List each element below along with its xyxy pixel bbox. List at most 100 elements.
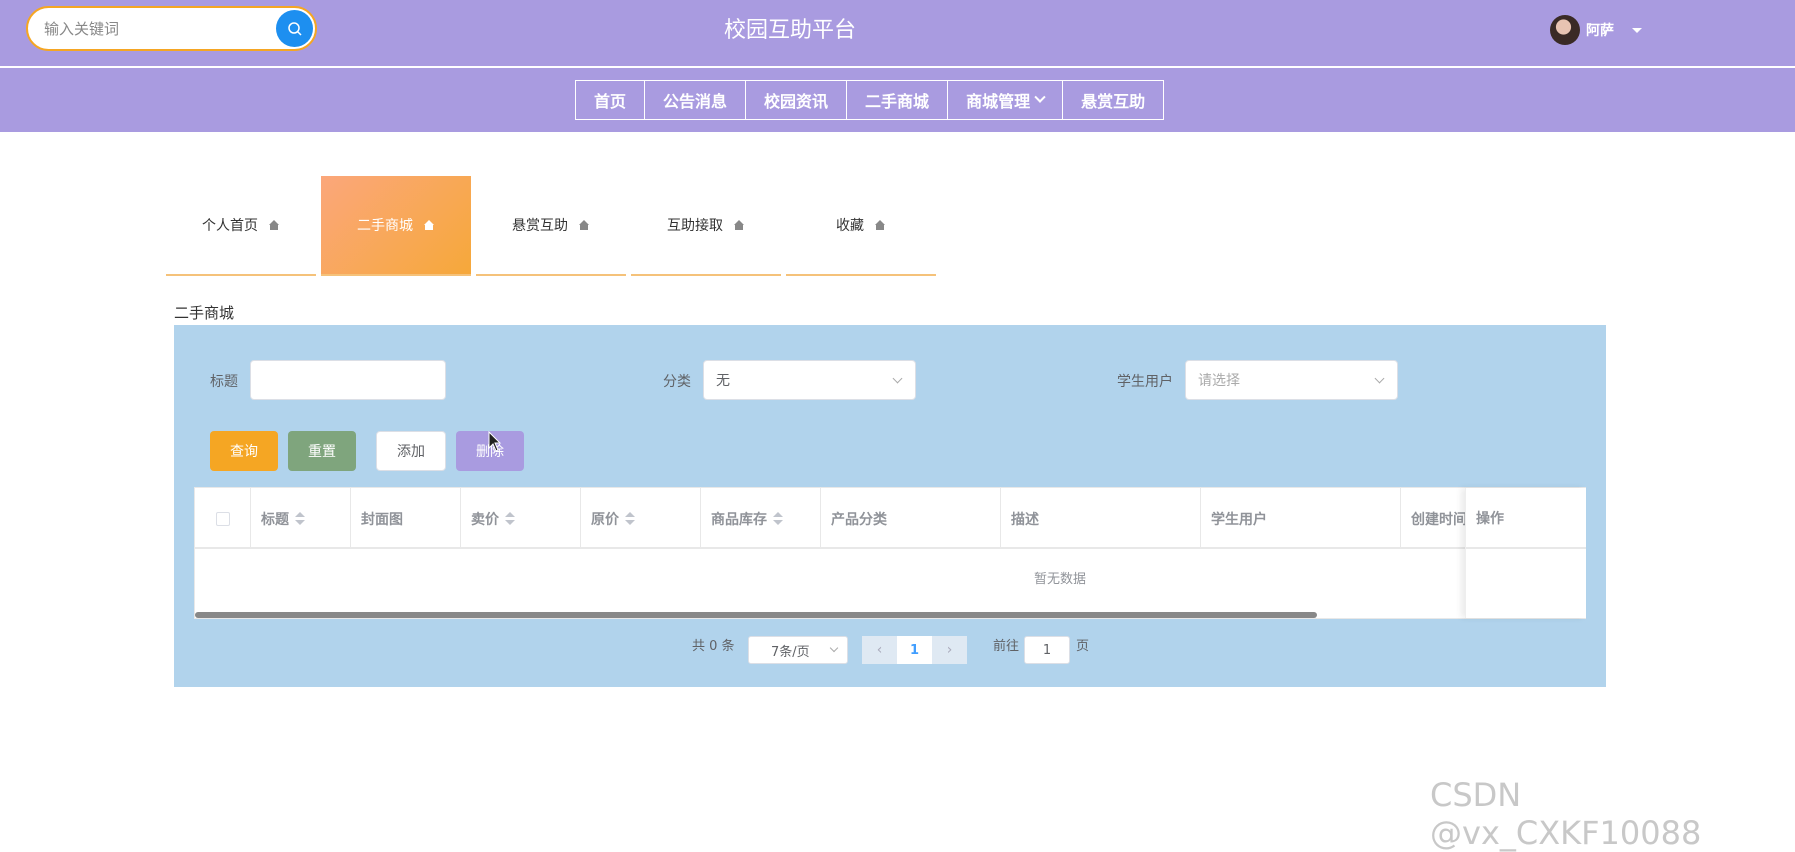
category-select[interactable]: 无 [703,360,916,400]
home-icon [268,220,280,230]
title-filter-label: 标题 [210,374,238,390]
site-title: 校园互助平台 [723,18,856,43]
page-number[interactable]: 1 [897,636,932,664]
col-label: 封面图 [361,511,403,528]
search-input[interactable] [44,16,264,42]
nav-second-hand-mall[interactable]: 二手商城 [846,80,949,120]
watermark: CSDN @vx_CXKF10088 [1430,776,1702,852]
goto-label: 前往 [993,639,1020,654]
main-nav: 首页 公告消息 校园资讯 二手商城 商城管理 悬赏互助 [575,80,1165,120]
chevron-down-icon [892,373,903,384]
col-student: 学生用户 [1201,488,1401,549]
table-header: 标题 封面图 卖价 原价 商品库存 产品分类 描述 学生用户 创建时间 [195,488,1585,549]
nav-announcements[interactable]: 公告消息 [644,80,747,120]
sort-icon[interactable] [625,511,635,526]
nav-label: 校园资讯 [764,92,829,111]
select-all-checkbox[interactable] [215,511,230,526]
student-select[interactable]: 请选择 [1185,360,1398,400]
col-label: 卖价 [471,511,499,528]
nav-home[interactable]: 首页 [575,80,646,120]
page-title: 二手商城 [174,304,235,322]
tab-label: 收藏 [836,218,864,234]
student-filter-label: 学生用户 [1117,374,1173,390]
tab-label: 个人首页 [202,218,258,234]
total-count: 共 0 条 [692,639,735,654]
col-label: 操作 [1476,510,1504,527]
col-category: 产品分类 [821,488,1001,549]
header-divider [0,66,1795,68]
avatar[interactable] [1550,15,1580,45]
col-label: 商品库存 [711,511,767,528]
nav-label: 首页 [594,92,627,111]
nav-label: 商城管理 [966,92,1031,111]
goto-page-input[interactable]: 1 [1024,636,1070,664]
col-sale-price[interactable]: 卖价 [461,488,581,549]
col-created: 创建时间 [1401,488,1471,549]
add-button[interactable]: 添加 [376,431,446,471]
sort-icon[interactable] [773,511,783,526]
chevron-down-icon [829,643,839,653]
col-stock[interactable]: 商品库存 [701,488,821,549]
sort-icon[interactable] [505,511,515,526]
next-page-button[interactable]: › [932,636,967,664]
tab-second-hand-mall[interactable]: 二手商城 [321,176,471,276]
col-label: 创建时间 [1411,511,1467,528]
nav-label: 二手商城 [865,92,930,111]
home-icon [874,220,886,230]
user-menu[interactable]: 阿萨 [1550,14,1642,46]
nav-bounty-help[interactable]: 悬赏互助 [1062,80,1165,120]
data-table: 标题 封面图 卖价 原价 商品库存 产品分类 描述 学生用户 创建时间 操作 暂… [194,487,1586,619]
category-filter-label: 分类 [663,374,691,390]
col-actions: 操作 [1466,488,1586,549]
nav-mall-management[interactable]: 商城管理 [947,80,1064,120]
tab-label: 二手商城 [357,218,413,234]
page-suffix: 页 [1076,639,1090,654]
col-label: 产品分类 [831,511,887,528]
search-box [26,6,317,51]
category-select-value: 无 [716,373,730,389]
col-label: 原价 [591,511,619,528]
chevron-right-icon: › [946,642,953,658]
content-panel: 标题 分类 无 学生用户 请选择 查询 重置 添加 删除 标题 封面图 卖价 原… [174,325,1606,687]
col-cover: 封面图 [351,488,461,549]
page-size-select[interactable]: 7条/页 [748,636,848,664]
tab-label: 悬赏互助 [512,218,568,234]
caret-down-icon[interactable] [1632,27,1642,33]
search-button[interactable] [276,10,313,47]
tab-favorites[interactable]: 收藏 [786,176,936,276]
empty-label: 暂无数据 [1033,572,1086,587]
tab-help-taken[interactable]: 互助接取 [631,176,781,276]
col-label: 标题 [261,511,289,528]
horizontal-scrollbar[interactable] [195,612,1317,618]
sort-icon[interactable] [295,511,305,526]
col-label: 描述 [1011,511,1039,528]
nav-label: 悬赏互助 [1081,92,1146,111]
search-icon [287,21,302,36]
center-tabs: 个人首页 二手商城 悬赏互助 互助接取 收藏 [166,176,941,276]
col-original-price[interactable]: 原价 [581,488,701,549]
reset-button[interactable]: 重置 [288,431,356,471]
page-size-value: 7条/页 [771,644,810,660]
nav-label: 公告消息 [663,92,728,111]
mouse-cursor-icon [488,431,502,452]
title-filter-input[interactable] [250,360,446,400]
col-description: 描述 [1001,488,1201,549]
tab-bounty-help[interactable]: 悬赏互助 [476,176,626,276]
nav-campus-news[interactable]: 校园资讯 [745,80,848,120]
col-label: 学生用户 [1211,511,1267,528]
home-icon [423,220,435,230]
query-button[interactable]: 查询 [210,431,278,471]
col-title[interactable]: 标题 [251,488,351,549]
empty-text: 暂无数据 [195,568,1795,587]
chevron-down-icon [1374,373,1385,384]
user-name[interactable]: 阿萨 [1586,20,1614,40]
home-icon [578,220,590,230]
prev-page-button[interactable]: ‹ [862,636,897,664]
fixed-action-column: 操作 [1465,488,1586,618]
tab-label: 互助接取 [667,218,723,234]
select-all-cell [195,488,251,549]
header: 校园互助平台 阿萨 首页 公告消息 校园资讯 二手商城 商城管理 悬赏互助 [0,0,1795,132]
chevron-left-icon: ‹ [876,642,883,658]
home-icon [733,220,745,230]
tab-personal-home[interactable]: 个人首页 [166,176,316,276]
